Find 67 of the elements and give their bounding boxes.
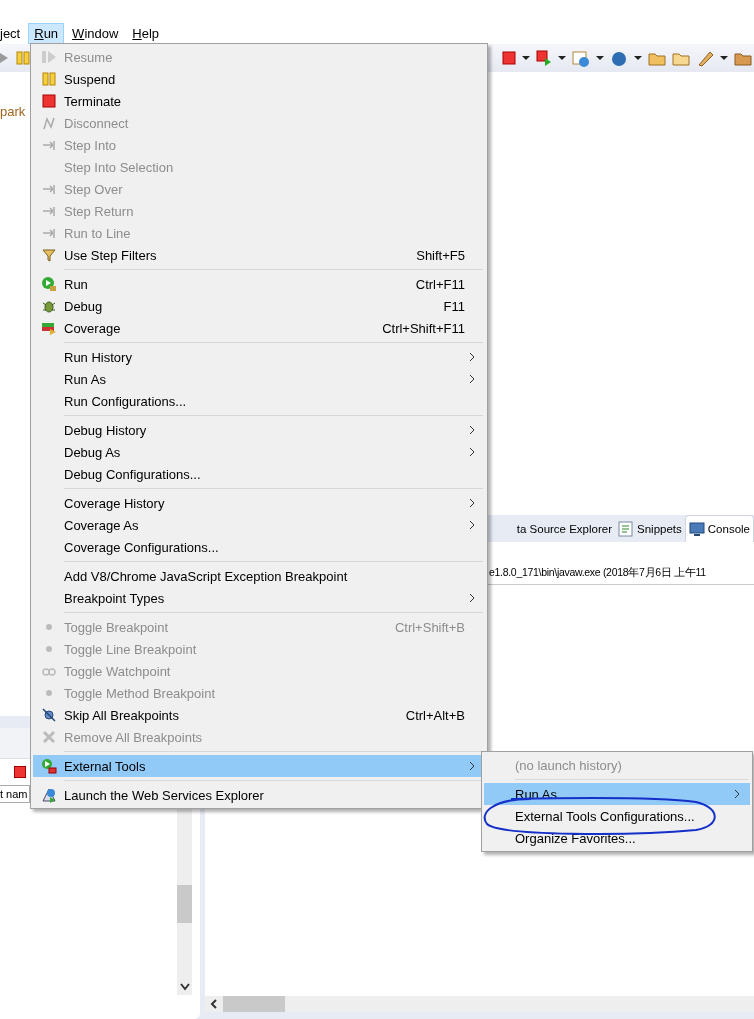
menu-item[interactable]: Run As: [33, 368, 485, 390]
menu-item[interactable]: Debug F11: [33, 295, 485, 317]
menu-item[interactable]: Run History: [33, 346, 485, 368]
menu-item[interactable]: Terminate: [33, 90, 485, 112]
menu-title[interactable]: ject: [0, 22, 27, 44]
list-document-icon: [618, 521, 635, 537]
chevron-right-icon: [469, 374, 475, 384]
disconnect-icon: [40, 115, 57, 131]
vertical-scrollbar[interactable]: [177, 809, 192, 995]
left-chevron-icon[interactable]: [210, 999, 218, 1009]
menu-item[interactable]: Run Configurations...: [33, 390, 485, 412]
menu-item[interactable]: Organize Favorites...: [484, 827, 750, 849]
chevron-right-icon: [469, 352, 475, 362]
folder-icon[interactable]: [672, 50, 690, 66]
coverage-icon: [40, 320, 57, 336]
scroll-thumb[interactable]: [223, 996, 285, 1012]
menu-item[interactable]: Debug Configurations...: [33, 463, 485, 485]
resume-icon: [40, 49, 57, 65]
chevron-right-icon: [734, 789, 740, 799]
scroll-thumb[interactable]: [177, 885, 192, 923]
menu-item[interactable]: Launch the Web Services Explorer: [33, 784, 485, 806]
play-icon[interactable]: [0, 51, 10, 65]
menu-item[interactable]: External Tools Configurations...: [484, 805, 750, 827]
chevron-right-icon: [469, 761, 475, 771]
stop-play-icon[interactable]: [536, 50, 552, 66]
view-tab[interactable]: ta Source Explorer: [513, 516, 616, 542]
chevron-right-icon: [469, 593, 475, 603]
menu-title[interactable]: Window: [66, 22, 125, 44]
folder-icon[interactable]: [648, 50, 666, 66]
down-chevron-icon[interactable]: [179, 983, 190, 991]
chevron-right-icon: [469, 447, 475, 457]
menu-item[interactable]: Coverage History: [33, 492, 485, 514]
menu-item[interactable]: Run Ctrl+F11: [33, 273, 485, 295]
cross-icon: [40, 729, 57, 745]
chevron-right-icon: [469, 520, 475, 530]
menu-item[interactable]: Debug History: [33, 419, 485, 441]
tree-item[interactable]: park: [0, 104, 26, 119]
monitor-icon: [688, 521, 705, 537]
menu-title[interactable]: Run: [28, 22, 65, 44]
menu-title[interactable]: Help: [126, 22, 166, 44]
play-icon: [40, 276, 57, 292]
folder-icon[interactable]: [734, 50, 752, 66]
pause-icon: [40, 71, 57, 87]
menu-item[interactable]: Breakpoint Types: [33, 587, 485, 609]
menu-item[interactable]: Debug As: [33, 441, 485, 463]
menu-item[interactable]: Coverage Ctrl+Shift+F11: [33, 317, 485, 339]
pen-icon[interactable]: [696, 49, 714, 67]
chevron-right-icon: [469, 498, 475, 508]
slashed-circle-icon: [40, 707, 57, 723]
stop-icon[interactable]: [502, 51, 516, 65]
globe-icon: [40, 787, 57, 803]
menu-item[interactable]: Skip All Breakpoints Ctrl+Alt+B: [33, 704, 485, 726]
view-tab[interactable]: Snippets: [615, 516, 685, 542]
menu-item[interactable]: Suspend: [33, 68, 485, 90]
menu-item[interactable]: Use Step Filters Shift+F5: [33, 244, 485, 266]
bug-icon: [40, 298, 57, 314]
play-toolbox-icon: [40, 758, 57, 774]
round-badge-icon[interactable]: [610, 49, 628, 67]
view-tab[interactable]: Console: [684, 515, 754, 542]
filter-field[interactable]: t nam: [0, 785, 30, 803]
stop-icon: [40, 93, 57, 109]
globe-window-icon[interactable]: [572, 49, 590, 67]
horizontal-scrollbar[interactable]: [205, 996, 754, 1012]
menu-item[interactable]: Coverage As: [33, 514, 485, 536]
filter-icon: [40, 247, 57, 263]
stop-icon[interactable]: [14, 766, 26, 778]
chevron-right-icon: [469, 425, 475, 435]
